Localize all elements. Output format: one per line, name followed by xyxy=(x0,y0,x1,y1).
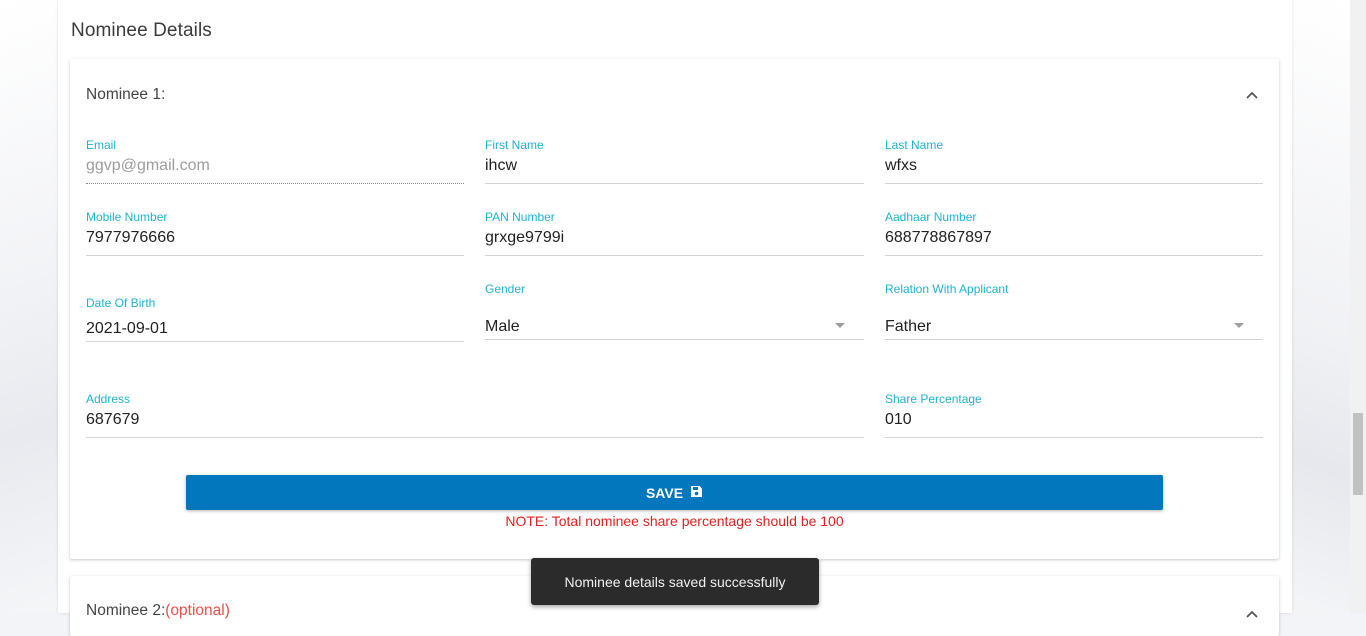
gender-underline xyxy=(485,339,864,340)
section-title: Nominee Details xyxy=(71,20,212,41)
address-underline xyxy=(86,437,864,438)
date-of-birth-value: 2021-09-01 xyxy=(86,320,168,337)
aadhaar-number-field[interactable]: Aadhaar Number 688778867897 xyxy=(885,210,1263,257)
pan-number-label: PAN Number xyxy=(485,210,555,224)
nominee-1-title: Nominee 1: xyxy=(86,86,166,103)
aadhaar-number-underline xyxy=(885,255,1263,256)
relation-value: Father xyxy=(885,318,932,335)
pan-number-field[interactable]: PAN Number grxge9799i xyxy=(485,210,864,257)
share-note: NOTE: Total nominee share percentage sho… xyxy=(505,513,844,529)
gender-value: Male xyxy=(485,318,520,335)
mobile-number-field[interactable]: Mobile Number 7977976666 xyxy=(86,210,464,257)
last-name-label: Last Name xyxy=(885,138,944,152)
nominee-details-card: Nominee Details Nominee 1: Email ggvp@gm… xyxy=(58,0,1292,636)
pan-number-value: grxge9799i xyxy=(485,229,565,246)
nominee-2-title: Nominee 2:(optional) xyxy=(86,602,230,620)
address-field[interactable]: Address 687679 xyxy=(86,392,864,439)
share-percentage-label: Share Percentage xyxy=(885,392,982,406)
aadhaar-number-label: Aadhaar Number xyxy=(885,210,977,224)
email-label: Email xyxy=(86,138,117,152)
last-name-field[interactable]: Last Name wfxs xyxy=(885,138,1263,185)
last-name-value: wfxs xyxy=(885,157,917,174)
background-left xyxy=(0,0,58,613)
first-name-field[interactable]: First Name ihcw xyxy=(485,138,864,185)
relation-select[interactable]: Relation With Applicant Father xyxy=(885,282,1263,341)
background-right xyxy=(1292,0,1350,613)
scrollbar-thumb[interactable] xyxy=(1353,413,1363,495)
mobile-number-underline xyxy=(86,255,464,256)
date-of-birth-field[interactable]: Date Of Birth 2021-09-01 xyxy=(86,296,464,343)
chevron-up-icon[interactable] xyxy=(1244,608,1260,622)
nominee-2-label: Nominee 2: xyxy=(86,602,166,619)
share-percentage-value: 010 xyxy=(885,411,912,428)
address-value: 687679 xyxy=(86,411,140,428)
nominee-1-panel: Nominee 1: Email ggvp@gmail.com First Na… xyxy=(70,59,1279,559)
address-label: Address xyxy=(86,392,131,406)
caret-down-icon xyxy=(835,323,845,328)
toast-message: Nominee details saved successfully xyxy=(531,558,819,605)
scrollbar[interactable] xyxy=(1350,0,1366,613)
pan-number-underline xyxy=(485,255,864,256)
last-name-underline xyxy=(885,183,1263,184)
email-value: ggvp@gmail.com xyxy=(86,157,210,174)
share-percentage-underline xyxy=(885,437,1263,438)
email-underline xyxy=(86,183,464,184)
date-of-birth-underline xyxy=(86,341,464,342)
relation-underline xyxy=(885,339,1263,340)
save-button[interactable]: SAVE xyxy=(186,475,1163,510)
gender-label: Gender xyxy=(485,282,526,296)
save-label: SAVE xyxy=(645,484,684,501)
mobile-number-label: Mobile Number xyxy=(86,210,168,224)
optional-label: (optional) xyxy=(165,602,230,619)
email-field[interactable]: Email ggvp@gmail.com xyxy=(86,138,464,185)
chevron-up-icon[interactable] xyxy=(1244,89,1260,103)
share-percentage-field[interactable]: Share Percentage 010 xyxy=(885,392,1263,439)
aadhaar-number-value: 688778867897 xyxy=(885,229,992,246)
first-name-value: ihcw xyxy=(485,157,518,174)
mobile-number-value: 7977976666 xyxy=(86,229,175,246)
relation-label: Relation With Applicant xyxy=(885,282,1009,296)
floppy-disk-icon xyxy=(690,485,703,501)
first-name-underline xyxy=(485,183,864,184)
first-name-label: First Name xyxy=(485,138,544,152)
gender-select[interactable]: Gender Male xyxy=(485,282,864,341)
caret-down-icon xyxy=(1234,323,1244,328)
date-of-birth-label: Date Of Birth xyxy=(86,296,156,310)
